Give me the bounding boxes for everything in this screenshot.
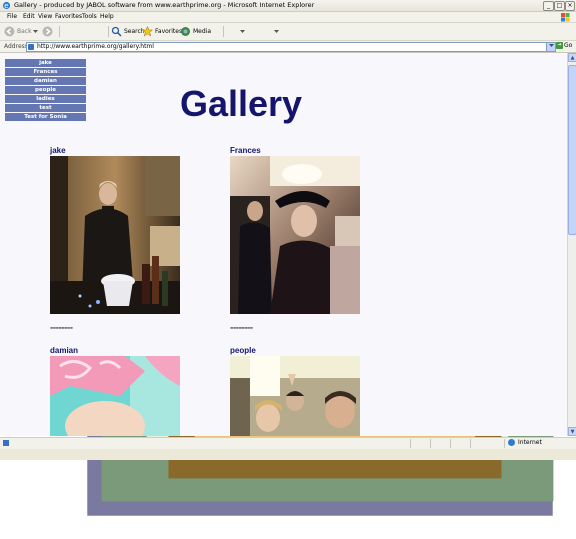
minimize-button[interactable]: _ <box>543 1 554 11</box>
menu-help[interactable]: Help <box>100 13 114 20</box>
back-button[interactable]: Back <box>4 25 32 38</box>
go-arrow-icon: ➜ <box>556 42 563 49</box>
address-url: http://www.earthprime.org/gallery.html <box>37 43 154 50</box>
scroll-up-button[interactable]: ▲ <box>568 53 576 62</box>
status-bar: Internet <box>0 437 576 449</box>
status-divider <box>504 439 505 448</box>
menu-tools[interactable]: Tools <box>82 13 97 20</box>
star-icon <box>142 26 153 37</box>
chevron-down-icon[interactable] <box>33 29 38 34</box>
media-button[interactable]: Media <box>180 25 211 38</box>
title-bar: e Gallery - produced by JABOL software f… <box>0 0 576 12</box>
chevron-down-icon[interactable] <box>274 29 279 34</box>
page-done-icon <box>3 440 9 446</box>
svg-text:e: e <box>4 1 9 10</box>
window-title: Gallery - produced by JABOL software fro… <box>14 1 315 9</box>
forward-button[interactable] <box>42 25 55 38</box>
nav-link-test[interactable]: test <box>5 104 86 112</box>
vertical-scrollbar[interactable]: ▲ ▼ <box>567 53 576 436</box>
status-divider <box>470 439 471 448</box>
scroll-down-button[interactable]: ▼ <box>568 427 576 436</box>
photo-jake[interactable] <box>50 156 180 314</box>
security-zone: Internet <box>508 439 542 446</box>
nav-link-frances[interactable]: Frances <box>5 68 86 76</box>
zone-label: Internet <box>518 439 542 446</box>
nav-link-people[interactable]: people <box>5 86 86 94</box>
go-label: Go <box>564 42 573 49</box>
search-button[interactable]: Search <box>111 25 145 38</box>
forward-arrow-icon <box>42 26 53 37</box>
menu-edit[interactable]: Edit <box>23 13 35 20</box>
chevron-down-icon <box>548 44 554 47</box>
search-icon <box>111 26 122 37</box>
windows-logo-icon <box>561 13 570 22</box>
gallery-label-frances: Frances <box>230 146 261 155</box>
gallery-label-jake: jake <box>50 146 66 155</box>
chevron-down-icon[interactable] <box>240 29 245 34</box>
page-content: jake Frances damian people ladies test T… <box>0 53 567 436</box>
globe-icon <box>508 439 515 446</box>
back-label: Back <box>17 28 32 35</box>
nav-link-test-for-sonia[interactable]: Test for Sonia <box>5 113 86 121</box>
status-divider <box>410 439 411 448</box>
toolbar: Back Search Favorites Media <box>0 23 576 516</box>
status-divider <box>430 439 431 448</box>
close-button[interactable]: × <box>565 1 575 11</box>
address-bar: Address http://www.earthprime.org/galler… <box>0 41 576 53</box>
nav-link-jake[interactable]: jake <box>5 59 86 67</box>
media-icon <box>181 27 190 36</box>
back-arrow-icon <box>4 26 15 37</box>
internet-explorer-icon: e <box>2 1 11 10</box>
gallery-label-people: people <box>230 346 256 355</box>
gallery-separator-jake: -------- <box>50 323 73 332</box>
taskbar-strip <box>0 449 576 460</box>
status-divider <box>450 439 451 448</box>
page-title: Gallery <box>180 83 303 124</box>
toolbar-separator <box>59 26 60 37</box>
menu-bar: File Edit View Favorites Tools Help <box>0 12 576 23</box>
menu-file[interactable]: File <box>7 13 17 20</box>
nav-link-damian[interactable]: damian <box>5 77 86 85</box>
nav-link-ladies[interactable]: ladies <box>5 95 86 103</box>
page-icon <box>28 44 34 50</box>
photo-frances[interactable] <box>230 156 360 314</box>
address-label: Address <box>4 43 28 50</box>
menu-favorites[interactable]: Favorites <box>55 13 82 20</box>
photo-people[interactable] <box>230 356 360 436</box>
favorites-label: Favorites <box>155 28 183 35</box>
go-button[interactable]: ➜ Go <box>556 42 572 49</box>
gallery-label-damian: damian <box>50 346 79 355</box>
scrollbar-thumb[interactable] <box>568 65 576 235</box>
maximize-button[interactable]: □ <box>554 1 565 11</box>
toolbar-separator <box>108 26 109 37</box>
address-input[interactable]: http://www.earthprime.org/gallery.html <box>26 42 547 52</box>
favorites-button[interactable]: Favorites <box>142 25 182 38</box>
toolbar-separator <box>223 26 224 37</box>
gallery-separator-frances: -------- <box>230 323 253 332</box>
photo-damian[interactable] <box>50 356 180 436</box>
menu-view[interactable]: View <box>38 13 52 20</box>
address-dropdown-button[interactable] <box>546 42 556 52</box>
gallery-nav: jake Frances damian people ladies test T… <box>5 59 86 122</box>
